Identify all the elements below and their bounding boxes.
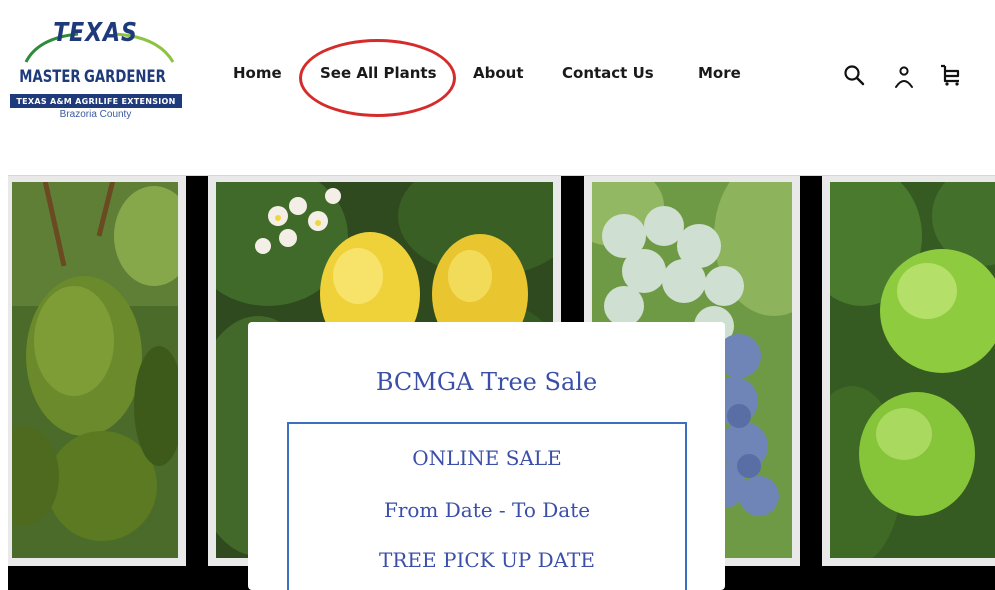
- nav-more[interactable]: More: [698, 64, 741, 82]
- avocado-photo: [8, 176, 186, 566]
- search-button[interactable]: [841, 62, 867, 88]
- sale-info-box: ONLINE SALE From Date - To Date TREE PIC…: [287, 422, 687, 590]
- site-logo[interactable]: TEXAS MASTER GARDENER TEXAS A&M AGRILIFE…: [8, 18, 183, 124]
- logo-county: Brazoria County: [59, 109, 132, 120]
- logo-name: MASTER GARDENER: [8, 65, 183, 89]
- photo-frame: [8, 176, 186, 566]
- nav-home[interactable]: Home: [233, 64, 282, 82]
- search-icon: [844, 65, 865, 86]
- photo-frame: [822, 176, 995, 566]
- sale-line-dates: From Date - To Date: [383, 498, 591, 522]
- cart-button[interactable]: [938, 62, 964, 88]
- logo-name-right: GARDENER: [84, 67, 167, 87]
- account-icon: [895, 66, 913, 88]
- sale-line-online: ONLINE SALE: [412, 446, 562, 470]
- logo-extension-bar: TEXAS A&M AGRILIFE EXTENSION: [10, 94, 182, 108]
- logo-name-left: MASTER: [19, 67, 81, 87]
- nav-about[interactable]: About: [473, 64, 524, 82]
- card-title: BCMGA Tree Sale: [375, 368, 598, 396]
- nav-see-all-plants[interactable]: See All Plants: [320, 64, 437, 82]
- account-button[interactable]: [891, 64, 917, 90]
- logo-title: TEXAS: [53, 18, 138, 48]
- sale-line-pickup: TREE PICK UP DATE: [379, 548, 595, 572]
- lime-photo: [822, 176, 995, 566]
- tree-sale-card: BCMGA Tree Sale ONLINE SALE From Date - …: [248, 322, 725, 590]
- nav-contact-us[interactable]: Contact Us: [562, 64, 654, 82]
- cart-icon: [941, 64, 960, 86]
- site-header: TEXAS MASTER GARDENER TEXAS A&M AGRILIFE…: [0, 0, 995, 176]
